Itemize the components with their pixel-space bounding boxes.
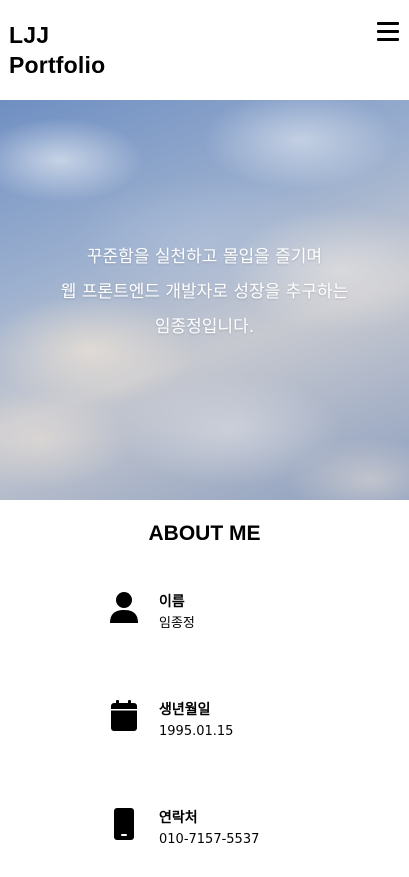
site-header: LJJ Portfolio xyxy=(0,0,409,100)
info-value: 010-7157-5537 xyxy=(159,832,260,847)
hero-banner: 꾸준함을 실천하고 몰입을 즐기며 웹 프론트엔드 개발자로 성장을 추구하는 … xyxy=(0,100,409,500)
info-item-contact: 연락처 010-7157-5537 xyxy=(108,807,368,857)
person-icon xyxy=(110,592,138,623)
info-item-name: 이름 임종정 xyxy=(108,591,368,641)
hero-intro-text: 꾸준함을 실천하고 몰입을 즐기며 웹 프론트엔드 개발자로 성장을 추구하는 … xyxy=(0,240,409,345)
info-item-birthdate: 생년월일 1995.01.15 xyxy=(108,699,368,749)
hero-line-3: 임종정입니다. xyxy=(154,317,255,337)
logo-line-1: LJJ xyxy=(9,22,50,48)
mobile-phone-icon xyxy=(114,808,134,840)
hero-line-1: 꾸준함을 실천하고 몰입을 즐기며 xyxy=(86,247,323,267)
calendar-icon xyxy=(111,700,137,731)
info-label: 생년월일 xyxy=(159,702,211,718)
info-label: 이름 xyxy=(159,594,185,610)
hero-line-2: 웹 프론트엔드 개발자로 성장을 추구하는 xyxy=(60,282,349,302)
about-me-title: ABOUT ME xyxy=(148,522,261,545)
logo-line-2: Portfolio xyxy=(9,52,106,78)
hamburger-menu-icon[interactable] xyxy=(377,22,399,42)
info-label: 연락처 xyxy=(159,810,198,826)
site-logo[interactable]: LJJ Portfolio xyxy=(9,20,105,80)
info-value: 임종정 xyxy=(159,616,195,631)
info-value: 1995.01.15 xyxy=(159,724,234,739)
